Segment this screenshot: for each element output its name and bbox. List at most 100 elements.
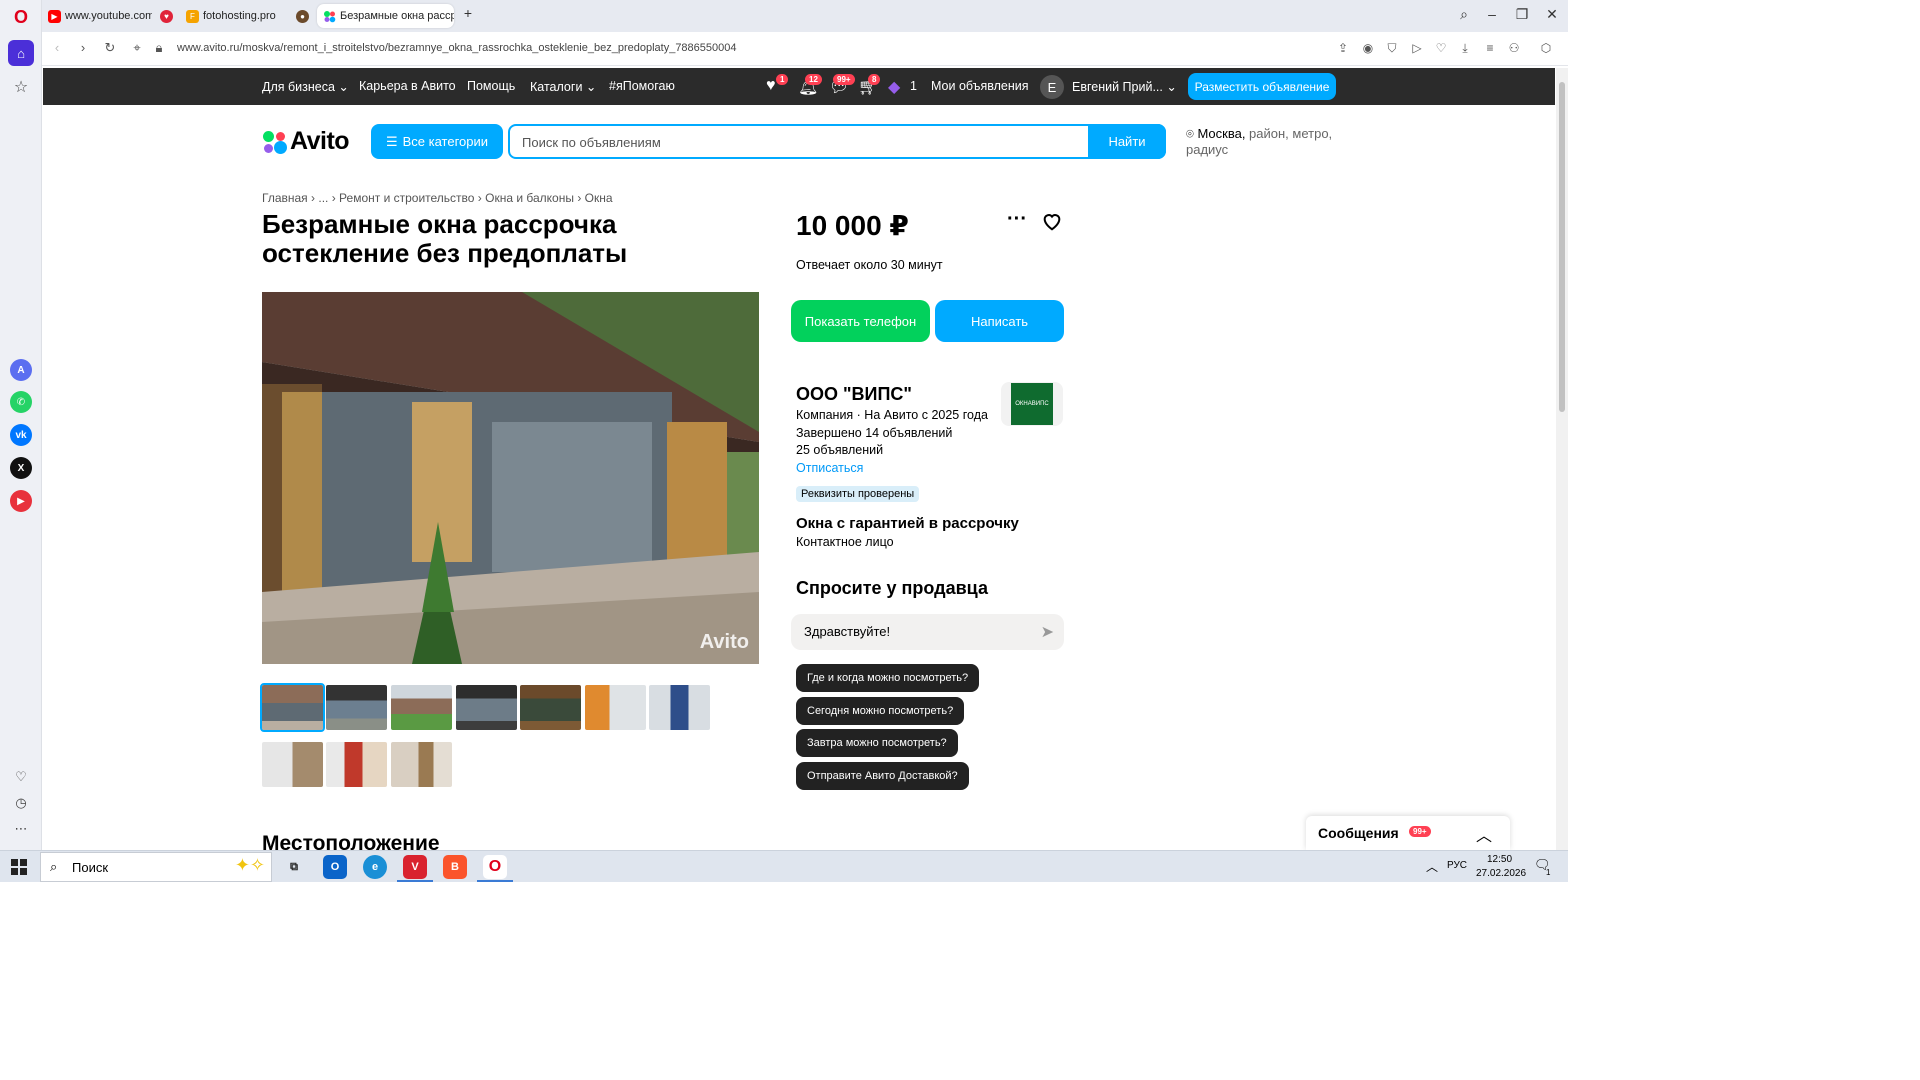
help-tag-link[interactable]: #яПомогаю: [609, 79, 675, 93]
thumbnail-7[interactable]: [649, 685, 710, 730]
avito-logo[interactable]: Avito: [262, 127, 350, 156]
opera-logo-icon[interactable]: O: [8, 4, 34, 30]
vk-icon[interactable]: vk: [10, 424, 32, 446]
seller-type: Компания · На Авито с 2025 года: [796, 408, 988, 422]
url-field[interactable]: www.avito.ru/moskva/remont_i_stroitelstv…: [177, 42, 737, 54]
extensions-icon[interactable]: ⬡: [1538, 41, 1554, 55]
tab-cookie[interactable]: ●: [290, 4, 316, 28]
outlook-icon[interactable]: O: [323, 855, 347, 879]
post-ad-button[interactable]: Разместить объявление: [1188, 73, 1336, 100]
new-tab-icon[interactable]: +: [458, 5, 478, 21]
bookmark-heart-icon[interactable]: ♡: [1433, 41, 1449, 55]
page-scrollbar[interactable]: [1556, 68, 1568, 850]
minimize-icon[interactable]: –: [1482, 6, 1502, 22]
help-link[interactable]: Помощь: [467, 79, 515, 93]
send-icon[interactable]: ➤: [1041, 622, 1054, 642]
thumbnail-2[interactable]: [326, 685, 387, 730]
music-player-icon[interactable]: ▶: [10, 490, 32, 512]
scrollbar-thumb[interactable]: [1559, 82, 1565, 412]
tab-avito[interactable]: Безрамные окна рассро...: [317, 4, 454, 28]
location-pin-icon[interactable]: ⌖: [128, 40, 146, 56]
chevron-up-icon[interactable]: ︿: [1476, 822, 1492, 846]
breadcrumb-windows-balconies[interactable]: Окна и балконы: [485, 191, 574, 205]
thumbnail-6[interactable]: [585, 685, 646, 730]
tab-youtube[interactable]: ▶ www.youtube.com: [42, 4, 152, 28]
main-photo[interactable]: Avito: [262, 292, 759, 664]
aria-app-icon[interactable]: A: [10, 359, 32, 381]
all-categories-button[interactable]: ☰ Все категории: [371, 124, 503, 159]
write-message-button[interactable]: Написать: [935, 300, 1064, 342]
catalogs-menu[interactable]: Каталоги ⌄: [530, 79, 596, 94]
brave-icon[interactable]: B: [443, 855, 467, 879]
x-icon[interactable]: X: [10, 457, 32, 479]
favorites-heart-icon[interactable]: ♥: [766, 77, 776, 95]
tab-heart[interactable]: ♥: [154, 4, 180, 28]
quick-question-chip[interactable]: Сегодня можно посмотреть?: [796, 697, 965, 725]
reload-icon[interactable]: ↻: [101, 40, 119, 56]
messages-widget[interactable]: Сообщения 99+ ︿: [1306, 816, 1510, 850]
tray-chevron-icon[interactable]: ︿: [1426, 858, 1438, 875]
copilot-sparkle-icon: ✦✧: [234, 855, 265, 875]
show-phone-button[interactable]: Показать телефон: [791, 300, 930, 342]
quick-question-chip[interactable]: Завтра можно посмотреть?: [796, 729, 958, 757]
task-view-icon[interactable]: ⧉: [282, 855, 306, 879]
clock-date[interactable]: 27.02.2026: [1476, 868, 1526, 879]
history-clock-icon[interactable]: ◷: [8, 790, 34, 816]
thumbnail-10[interactable]: [391, 742, 452, 787]
my-ads-link[interactable]: Мои объявления: [931, 79, 1029, 93]
user-menu[interactable]: Евгений Прий... ⌄: [1072, 79, 1177, 94]
close-window-icon[interactable]: ✕: [1542, 6, 1562, 23]
menu-icon[interactable]: ≡: [1482, 41, 1498, 55]
heart-outline-icon[interactable]: ♡: [8, 764, 34, 790]
tab-fotohosting[interactable]: F fotohosting.pro: [180, 4, 290, 28]
language-indicator[interactable]: РУС: [1447, 860, 1467, 871]
vivaldi-icon[interactable]: V: [403, 855, 427, 879]
more-dots-icon[interactable]: ⋯: [8, 816, 34, 842]
camera-icon[interactable]: ◉: [1360, 41, 1376, 55]
back-icon[interactable]: ‹: [48, 40, 66, 55]
search-tabs-icon[interactable]: ⌕: [1454, 6, 1474, 23]
breadcrumb-ellipsis[interactable]: ...: [318, 191, 328, 205]
thumbnail-1[interactable]: [260, 683, 325, 732]
search-button[interactable]: Найти: [1088, 124, 1166, 159]
windows-start-icon[interactable]: [11, 859, 27, 875]
career-link[interactable]: Карьера в Авито: [359, 79, 456, 93]
thumbnail-3[interactable]: [391, 685, 452, 730]
ask-message-input[interactable]: [804, 624, 1024, 639]
opera-icon[interactable]: O: [483, 855, 507, 879]
breadcrumb-windows[interactable]: Окна: [585, 191, 613, 205]
thumbnail-8[interactable]: [262, 742, 323, 787]
seller-logo[interactable]: ОКНАВИПС: [1001, 382, 1063, 426]
share-icon[interactable]: ⇪: [1335, 41, 1351, 55]
restore-icon[interactable]: ❐: [1512, 6, 1532, 23]
player-icon[interactable]: ▷: [1409, 41, 1425, 55]
quick-question-chip[interactable]: Отправите Авито Доставкой?: [796, 762, 969, 790]
edge-icon[interactable]: e: [363, 855, 387, 879]
whatsapp-icon[interactable]: ✆: [10, 391, 32, 413]
thumbnail-9[interactable]: [326, 742, 387, 787]
unsubscribe-link[interactable]: Отписаться: [796, 461, 863, 475]
clock-time[interactable]: 12:50: [1487, 854, 1512, 865]
profile-icon[interactable]: ⚇: [1506, 41, 1522, 55]
bonus-icon[interactable]: ◆: [888, 77, 900, 97]
business-menu[interactable]: Для бизнеса ⌄: [262, 79, 349, 94]
more-dots-icon[interactable]: ···: [1007, 208, 1027, 231]
star-icon[interactable]: ☆: [8, 74, 34, 100]
adblock-icon[interactable]: ⛉: [1384, 41, 1400, 56]
home-icon[interactable]: ⌂: [8, 40, 34, 66]
quick-question-chip[interactable]: Где и когда можно посмотреть?: [796, 664, 980, 692]
download-icon[interactable]: ⤓: [1457, 41, 1473, 56]
forward-icon[interactable]: ›: [74, 40, 92, 55]
search-input[interactable]: [522, 135, 1082, 150]
breadcrumb-home[interactable]: Главная: [262, 191, 308, 205]
seller-ads-count[interactable]: 25 объявлений: [796, 443, 883, 457]
thumbnail-5[interactable]: [520, 685, 581, 730]
seller-name[interactable]: ООО "ВИПС": [796, 384, 912, 405]
avatar[interactable]: Е: [1040, 75, 1064, 99]
bonus-count: 1: [910, 79, 917, 93]
taskbar-search[interactable]: ⌕ Поиск ✦✧: [40, 852, 272, 882]
breadcrumb-repair[interactable]: Ремонт и строительство: [339, 191, 474, 205]
location-selector[interactable]: ⌾ Москва, район, метро, радиус: [1186, 126, 1346, 158]
favorite-heart-icon[interactable]: [1041, 210, 1063, 232]
thumbnail-4[interactable]: [456, 685, 517, 730]
